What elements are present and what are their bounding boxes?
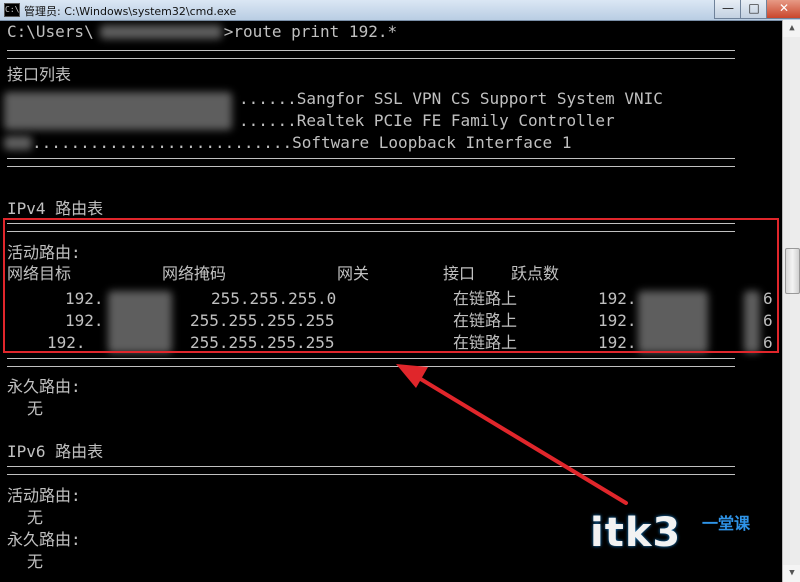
scroll-up-icon[interactable]: ▲ xyxy=(783,20,800,37)
active-routes-highlight-box xyxy=(3,218,779,353)
cmd-window: C:\ 管理员: C:\Windows\system32\cmd.exe — □… xyxy=(0,0,800,582)
interface-name: Realtek PCIe FE Family Controller xyxy=(296,111,615,130)
window-title: 管理员: C:\Windows\system32\cmd.exe xyxy=(24,5,237,18)
watermark-logo: itk3 xyxy=(590,510,682,556)
interface-name: Software Loopback Interface 1 xyxy=(292,133,572,152)
title-bar[interactable]: C:\ 管理员: C:\Windows\system32\cmd.exe — □… xyxy=(0,0,800,21)
redacted-interface-ids xyxy=(4,92,232,130)
interface-row: ......Realtek PCIe FE Family Controller xyxy=(239,111,615,131)
minimize-button[interactable]: — xyxy=(714,0,742,19)
ipv4-table-title: IPv4 路由表 xyxy=(7,199,104,218)
persistent-routes-title: 永久路由: xyxy=(7,377,81,396)
prompt-prefix: C:\Users\ xyxy=(7,22,94,41)
interface-dots: ........................... xyxy=(32,133,293,152)
interface-name: Sangfor SSL VPN CS Support System VNIC xyxy=(296,89,663,108)
interface-row: ......Sangfor SSL VPN CS Support System … xyxy=(239,89,663,109)
separator xyxy=(7,50,735,59)
scrollbar-thumb[interactable] xyxy=(785,248,800,294)
maximize-button[interactable]: □ xyxy=(740,0,768,19)
interface-list-title: 接口列表 xyxy=(7,65,72,84)
vertical-scrollbar[interactable]: ▲ ▼ xyxy=(782,20,800,582)
site-watermark: itk3 一堂课 xyxy=(590,510,750,556)
interface-dots: ...... xyxy=(239,111,297,130)
ipv6-table-title: IPv6 路由表 xyxy=(7,442,104,461)
persistent-routes-none: 无 xyxy=(27,399,44,418)
redacted-username xyxy=(100,25,222,39)
watermark-side-text: 一堂课 xyxy=(702,514,751,533)
ipv6-persistent-routes-title: 永久路由: xyxy=(7,530,81,549)
separator xyxy=(7,158,735,167)
cmd-app-icon[interactable]: C:\ xyxy=(4,3,20,17)
prompt-command: >route print 192.* xyxy=(223,22,398,41)
redacted-interface-id xyxy=(4,136,32,150)
interface-dots: ...... xyxy=(239,89,297,108)
scroll-down-icon[interactable]: ▼ xyxy=(783,565,800,582)
interface-row: ...........................Software Loop… xyxy=(32,133,571,153)
close-button[interactable]: ✕ xyxy=(766,0,800,19)
ipv6-persistent-routes-none: 无 xyxy=(27,552,44,571)
ipv6-active-routes-none: 无 xyxy=(27,508,44,527)
annotation-arrow-icon xyxy=(396,364,628,505)
ipv6-active-routes-title: 活动路由: xyxy=(7,486,81,505)
